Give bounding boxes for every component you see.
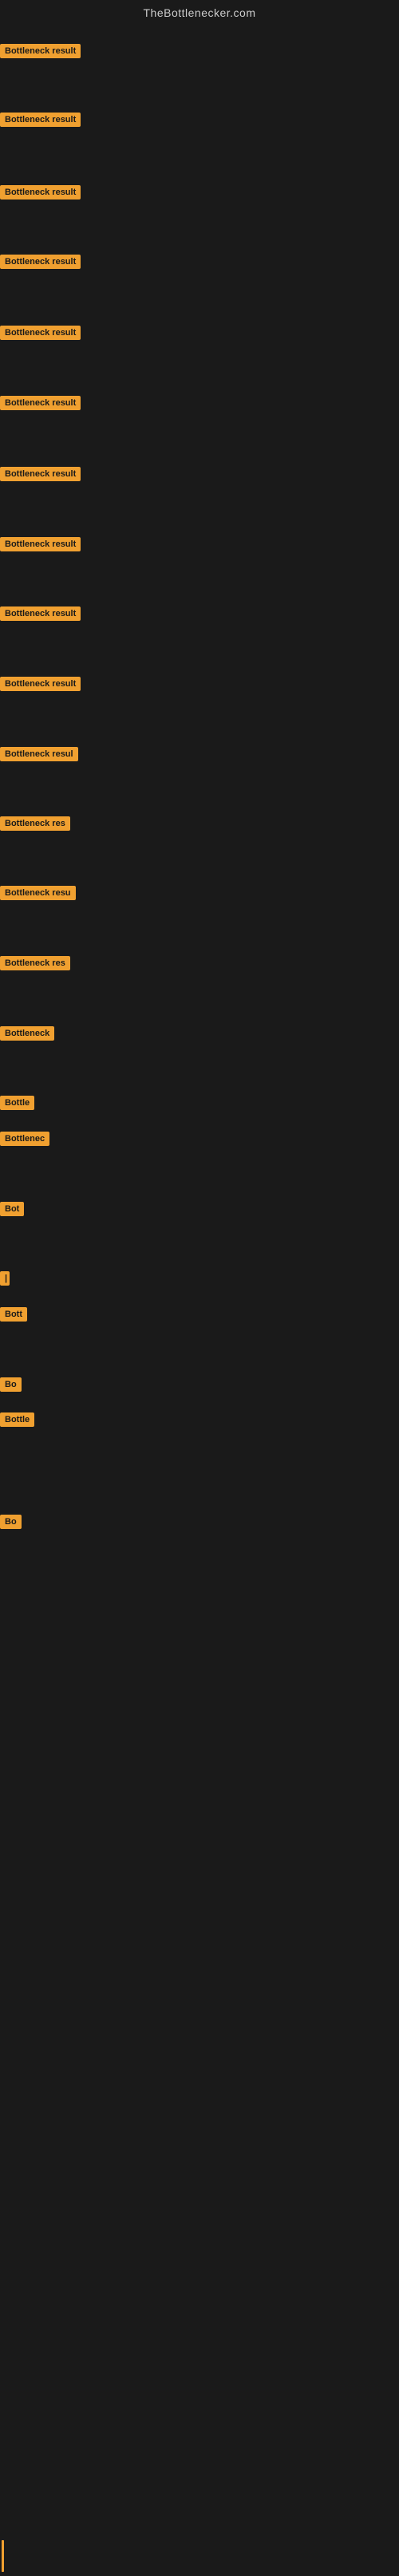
bottleneck-result-row: Bottleneck res bbox=[0, 956, 70, 970]
bottleneck-badge[interactable]: Bo bbox=[0, 1377, 22, 1392]
bottleneck-badge[interactable]: Bottleneck result bbox=[0, 537, 81, 551]
vertical-line-indicator bbox=[2, 2540, 4, 2572]
bottleneck-badge[interactable]: Bottleneck bbox=[0, 1026, 54, 1041]
bottleneck-result-row: Bo bbox=[0, 1377, 22, 1392]
bottleneck-badge[interactable]: Bottlenec bbox=[0, 1132, 49, 1146]
bottleneck-badge[interactable]: Bot bbox=[0, 1202, 24, 1216]
bottleneck-result-row: | bbox=[0, 1271, 10, 1286]
bottleneck-badge[interactable]: Bottle bbox=[0, 1096, 34, 1110]
bottleneck-result-row: Bottleneck res bbox=[0, 816, 70, 831]
bottleneck-badge[interactable]: Bottleneck res bbox=[0, 956, 70, 970]
bottleneck-result-row: Bot bbox=[0, 1202, 24, 1216]
bottleneck-result-row: Bottleneck result bbox=[0, 185, 81, 200]
bottleneck-badge[interactable]: Bottleneck res bbox=[0, 816, 70, 831]
bottleneck-result-row: Bott bbox=[0, 1307, 27, 1322]
bottleneck-result-row: Bottleneck result bbox=[0, 606, 81, 621]
bottleneck-badge[interactable]: Bott bbox=[0, 1307, 27, 1322]
bottleneck-badge[interactable]: Bottleneck result bbox=[0, 606, 81, 621]
bottleneck-badge[interactable]: Bottleneck result bbox=[0, 396, 81, 410]
bottleneck-result-row: Bottleneck result bbox=[0, 396, 81, 410]
bottleneck-badge[interactable]: | bbox=[0, 1271, 10, 1286]
bottleneck-badge[interactable]: Bottleneck result bbox=[0, 185, 81, 200]
bottleneck-badge[interactable]: Bottle bbox=[0, 1412, 34, 1427]
bottleneck-badge[interactable]: Bottleneck result bbox=[0, 113, 81, 127]
bottleneck-badge[interactable]: Bottleneck result bbox=[0, 44, 81, 58]
bottleneck-result-row: Bottleneck result bbox=[0, 113, 81, 127]
bottleneck-result-row: Bottleneck result bbox=[0, 467, 81, 481]
bottleneck-result-row: Bottle bbox=[0, 1412, 34, 1427]
bottleneck-result-row: Bottleneck result bbox=[0, 44, 81, 58]
bottleneck-result-row: Bottleneck result bbox=[0, 537, 81, 551]
bottleneck-badge[interactable]: Bottleneck result bbox=[0, 255, 81, 269]
bottleneck-badge[interactable]: Bottleneck result bbox=[0, 677, 81, 691]
bottleneck-result-row: Bottleneck result bbox=[0, 326, 81, 340]
bottleneck-result-row: Bottleneck resu bbox=[0, 886, 76, 900]
bottleneck-result-row: Bottleneck bbox=[0, 1026, 54, 1041]
bottleneck-result-row: Bottle bbox=[0, 1096, 34, 1110]
bottleneck-result-row: Bo bbox=[0, 1515, 22, 1529]
site-title: TheBottlenecker.com bbox=[0, 0, 399, 22]
bottleneck-result-row: Bottleneck resul bbox=[0, 747, 78, 761]
bottleneck-result-row: Bottleneck result bbox=[0, 677, 81, 691]
bottleneck-badge[interactable]: Bottleneck result bbox=[0, 467, 81, 481]
bottleneck-result-row: Bottlenec bbox=[0, 1132, 49, 1146]
bottleneck-badge[interactable]: Bottleneck resu bbox=[0, 886, 76, 900]
bottleneck-badge[interactable]: Bottleneck resul bbox=[0, 747, 78, 761]
bottleneck-badge[interactable]: Bottleneck result bbox=[0, 326, 81, 340]
bottleneck-badge[interactable]: Bo bbox=[0, 1515, 22, 1529]
bottleneck-result-row: Bottleneck result bbox=[0, 255, 81, 269]
